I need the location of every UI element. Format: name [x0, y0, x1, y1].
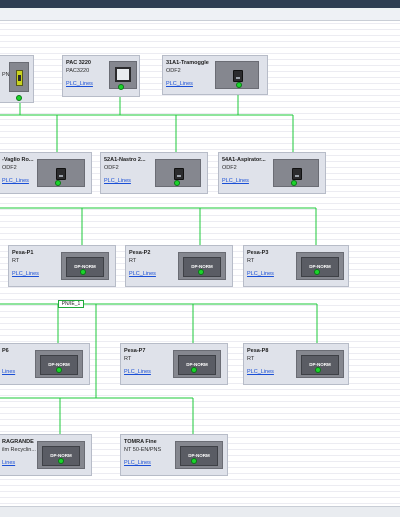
drive-module-icon — [292, 168, 302, 180]
connection-status-dot — [198, 269, 204, 275]
connection-status-dot — [191, 367, 197, 373]
device-name: -Vaglio Ro... — [2, 157, 34, 163]
device-type: ODF2 — [104, 165, 119, 171]
connection-status-dot — [191, 458, 197, 464]
status-bar — [0, 506, 400, 517]
device-image: DP-NORM — [37, 441, 85, 469]
device-network-link[interactable]: PLC_Lines — [124, 460, 151, 466]
device-type: RT — [247, 356, 255, 362]
drive-module-icon — [174, 168, 184, 180]
device-image: DP-NORM — [175, 441, 223, 469]
device-type: ODF2 — [222, 165, 237, 171]
device-node-pesa-p1[interactable]: Pesa-P1 RT PLC_Lines DP-NORM — [8, 245, 116, 287]
device-type: PAC3220 — [66, 68, 90, 74]
device-node-fragrande[interactable]: RAGRANDE ilm Recyclin... Lines DP-NORM — [0, 434, 92, 476]
device-name: 52A1-Nastro 2... — [104, 157, 146, 163]
device-type: ODF2 — [2, 165, 17, 171]
connection-status-dot — [118, 84, 124, 90]
device-node-pn[interactable]: PN — [0, 55, 34, 103]
device-name: Pesa-P8 — [247, 348, 269, 354]
connection-status-dot — [174, 180, 180, 186]
device-type: RT — [129, 258, 137, 264]
device-network-link[interactable]: PLC_Lines — [124, 369, 151, 375]
device-network-link[interactable]: PLC_Lines — [222, 178, 249, 184]
device-name: 54A1-Aspirator... — [222, 157, 266, 163]
device-name: P6 — [2, 348, 9, 354]
power-meter-icon — [115, 67, 131, 82]
device-name: Pesa-P1 — [12, 250, 34, 256]
connection-status-dot — [16, 95, 22, 101]
device-name: RAGRANDE — [2, 439, 34, 445]
device-node-aspiratore[interactable]: 54A1-Aspirator... ODF2 PLC_Lines — [218, 152, 326, 194]
device-network-link[interactable]: PLC_Lines — [247, 369, 274, 375]
device-network-link[interactable]: Lines — [2, 460, 15, 466]
device-image — [37, 159, 85, 187]
device-node-pac3220[interactable]: PAC 3220 PAC3220 PLC_Lines — [62, 55, 140, 97]
connection-status-dot — [236, 82, 242, 88]
device-type: RT — [12, 258, 20, 264]
drive-module-icon — [56, 168, 66, 180]
device-node-pesa-p2[interactable]: Pesa-P2 RT PLC_Lines DP-NORM — [125, 245, 233, 287]
device-name: Pesa-P2 — [129, 250, 151, 256]
device-node-vaglio[interactable]: -Vaglio Ro... ODF2 PLC_Lines — [0, 152, 92, 194]
device-image: DP-NORM — [35, 350, 83, 378]
device-image: DP-NORM — [296, 252, 344, 280]
device-name: Pesa-P3 — [247, 250, 269, 256]
device-node-pesa-p3[interactable]: Pesa-P3 RT PLC_Lines DP-NORM — [243, 245, 349, 287]
dp-norm-module: DP-NORM — [301, 257, 339, 277]
device-node-pesa-p8[interactable]: Pesa-P8 RT PLC_Lines DP-NORM — [243, 343, 349, 385]
device-type: NT 50-EN/PNS — [124, 447, 162, 453]
device-node-tomra-fine[interactable]: TOMRA Fine NT 50-EN/PNS PLC_Lines DP-NOR… — [120, 434, 228, 476]
device-type: RT — [247, 258, 255, 264]
connection-status-dot — [55, 180, 61, 186]
device-node-pesa-p6[interactable]: P6 Lines DP-NORM — [0, 343, 90, 385]
device-name: 31A1-Tramoggle — [166, 60, 209, 66]
device-name: TOMRA Fine — [124, 439, 157, 445]
device-network-link[interactable]: PLC_Lines — [66, 81, 93, 87]
device-network-link[interactable]: PLC_Lines — [2, 178, 29, 184]
device-network-link[interactable]: PLC_Lines — [247, 271, 274, 277]
device-node-nastro[interactable]: 52A1-Nastro 2... ODF2 PLC_Lines — [100, 152, 208, 194]
connection-status-dot — [80, 269, 86, 275]
device-type: RT — [124, 356, 132, 362]
plc-module-icon — [16, 70, 23, 86]
connection-status-dot — [291, 180, 297, 186]
drive-module-icon — [233, 70, 243, 82]
connection-status-dot — [56, 367, 62, 373]
device-node-tramoggle[interactable]: 31A1-Tramoggle ODF2 PLC_Lines — [162, 55, 268, 95]
device-name: Pesa-P7 — [124, 348, 146, 354]
device-image — [9, 62, 29, 92]
device-image: DP-NORM — [61, 252, 109, 280]
device-image: DP-NORM — [178, 252, 226, 280]
device-network-link[interactable]: PLC_Lines — [12, 271, 39, 277]
connection-status-dot — [58, 458, 64, 464]
device-node-pesa-p7[interactable]: Pesa-P7 RT PLC_Lines DP-NORM — [120, 343, 228, 385]
device-network-link[interactable]: PLC_Lines — [104, 178, 131, 184]
connection-status-dot — [314, 269, 320, 275]
device-network-link[interactable]: Lines — [2, 369, 15, 375]
device-type: ilm Recyclin... — [2, 447, 36, 453]
device-name: PAC 3220 — [66, 60, 91, 66]
device-type: ODF2 — [166, 68, 181, 74]
connection-status-dot — [315, 367, 321, 373]
device-network-link[interactable]: PLC_Lines — [129, 271, 156, 277]
dp-norm-module: DP-NORM — [180, 446, 218, 466]
device-image: DP-NORM — [173, 350, 221, 378]
device-network-link[interactable]: PLC_Lines — [166, 81, 193, 87]
subnet-label[interactable]: PN/IE_1 — [58, 300, 84, 308]
device-image: DP-NORM — [296, 350, 344, 378]
dp-norm-module: DP-NORM — [178, 355, 216, 375]
